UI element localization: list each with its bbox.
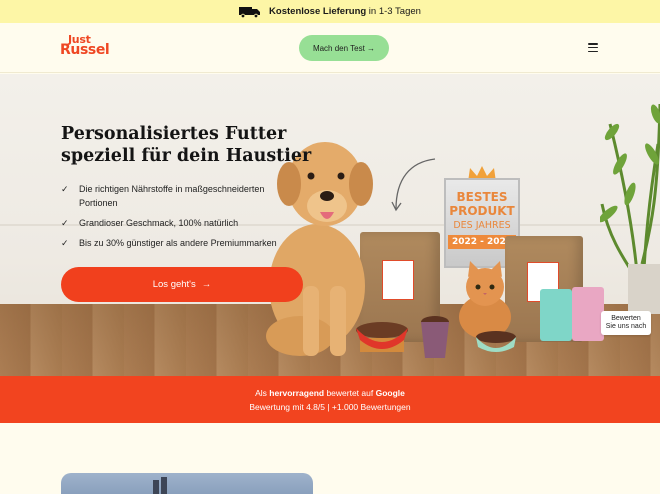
arrow-right-icon: →	[201, 279, 212, 290]
lower-section	[0, 423, 660, 494]
food-cup-image	[421, 316, 449, 358]
rating-line-2: Bewertung mit 4.8/5 | +1.000 Bewertungen	[249, 401, 411, 412]
treat-pouch-image	[540, 289, 572, 341]
site-header: Just Russel Mach den Test →	[0, 23, 660, 73]
plant-image	[600, 103, 660, 314]
announcement-text: Kostenlose Lieferung in 1-3 Tagen	[269, 6, 421, 17]
benefit-item: ✓ Die richtigen Nährstoffe in maßgeschnei…	[61, 184, 265, 208]
benefits-list: ✓ Die richtigen Nährstoffe in maßgeschnei…	[61, 182, 301, 256]
cat-image	[459, 261, 511, 339]
food-bowl-image	[356, 322, 408, 352]
arrow-doodle-icon	[391, 158, 436, 212]
brand-logo[interactable]: Just Russel	[60, 34, 110, 57]
get-started-button[interactable]: Los geht's →	[61, 267, 303, 302]
review-us-tab[interactable]: Bewerten Sie uns nach	[601, 311, 651, 335]
treat-pouch-image	[572, 287, 604, 341]
take-test-button[interactable]: Mach den Test →	[299, 35, 389, 61]
check-icon: ✓	[61, 218, 69, 228]
check-icon: ✓	[61, 184, 69, 194]
food-bowl-image	[476, 331, 516, 352]
rating-line-1: Als hervorragend bewertet auf Google	[255, 387, 405, 398]
benefit-item: ✓ Grandioser Geschmack, 100% natürlich	[61, 218, 239, 228]
hamburger-menu-icon[interactable]	[588, 43, 598, 52]
check-icon: ✓	[61, 238, 69, 248]
benefit-item: ✓ Bis zu 30% günstiger als andere Premium…	[61, 238, 277, 248]
city-image-card	[61, 473, 313, 494]
hero-title: Personalisiertes Futter speziell für dei…	[61, 124, 312, 166]
hero-section: BESTES PRODUKT DES JAHRES 2022 - 2023 Pe…	[0, 74, 660, 376]
announcement-bar: Kostenlose Lieferung in 1-3 Tagen	[0, 0, 660, 23]
rating-banner: Als hervorragend bewertet auf Google Bew…	[0, 376, 660, 423]
truck-icon	[239, 6, 261, 18]
